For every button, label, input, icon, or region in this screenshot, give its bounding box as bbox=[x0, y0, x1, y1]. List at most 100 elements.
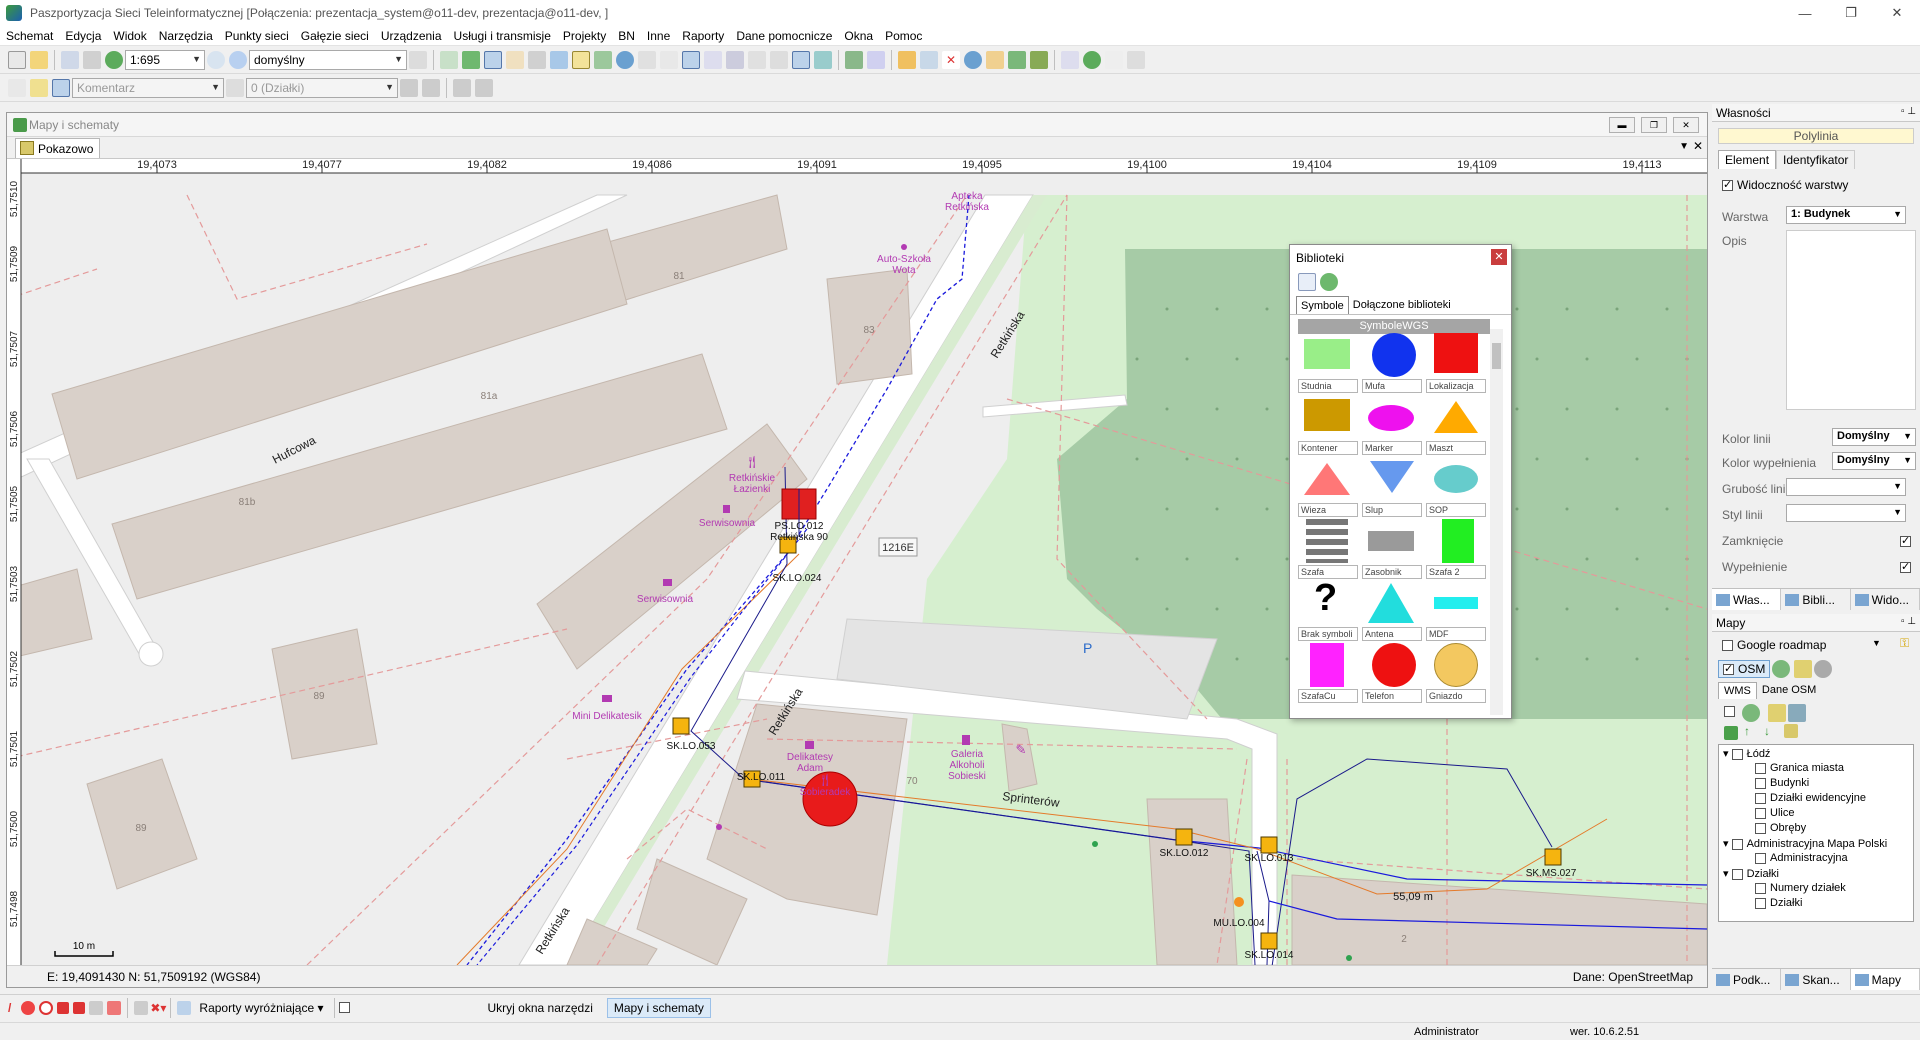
wms-layers-icon[interactable] bbox=[1788, 704, 1806, 722]
menu-edycja[interactable]: Edycja bbox=[59, 29, 107, 43]
table-icon[interactable] bbox=[506, 51, 524, 69]
tab-close-icon[interactable]: ✕ bbox=[1693, 139, 1703, 153]
tree-item-lodz[interactable]: ▾ Łódź bbox=[1723, 747, 1770, 760]
polyline-icon[interactable] bbox=[422, 79, 440, 97]
connect-icon[interactable] bbox=[867, 51, 885, 69]
square2-icon[interactable] bbox=[73, 1001, 86, 1014]
style-combo[interactable]: domyślny ▼ bbox=[249, 50, 407, 70]
tools-icon[interactable] bbox=[1127, 51, 1145, 69]
osm-globe-icon[interactable] bbox=[1772, 660, 1790, 678]
route-icon[interactable] bbox=[770, 51, 788, 69]
window-icon[interactable] bbox=[704, 51, 722, 69]
down-arrow-icon[interactable]: ↓ bbox=[1764, 724, 1770, 738]
google-dropdown-icon[interactable]: ▼ bbox=[1872, 638, 1881, 648]
tree-item-budynki[interactable]: Budynki bbox=[1755, 777, 1809, 789]
hide-tools-button[interactable]: Ukryj okna narzędzi bbox=[482, 999, 599, 1017]
tab-mapy[interactable]: Mapy bbox=[1850, 969, 1920, 990]
expand-icon[interactable] bbox=[814, 51, 832, 69]
layer-props-icon[interactable] bbox=[1784, 724, 1798, 738]
menu-pomoc[interactable]: Pomoc bbox=[879, 29, 928, 43]
node-sk-lo-053[interactable] bbox=[672, 717, 690, 735]
symbol-antena[interactable]: Antena bbox=[1362, 581, 1422, 641]
menu-widok[interactable]: Widok bbox=[107, 29, 152, 43]
symbol-szafacu[interactable]: SzafaCu bbox=[1298, 643, 1358, 703]
symbol-studnia[interactable]: Studnia bbox=[1298, 333, 1358, 393]
symbol-lokalizacja[interactable]: Lokalizacja bbox=[1426, 333, 1486, 393]
osm-pin-icon[interactable] bbox=[1814, 660, 1832, 678]
symbol-mufa[interactable]: Mufa bbox=[1362, 333, 1422, 393]
open-folder-icon[interactable] bbox=[30, 51, 48, 69]
binoculars-icon[interactable] bbox=[528, 51, 546, 69]
node-sk-ms-027[interactable] bbox=[1544, 848, 1562, 866]
map-restore-button[interactable]: ❐ bbox=[1641, 117, 1667, 133]
text-icon[interactable] bbox=[638, 51, 656, 69]
copy-icon[interactable] bbox=[440, 51, 458, 69]
symbol-szafa[interactable]: Szafa bbox=[1298, 519, 1358, 579]
layer-icon[interactable] bbox=[594, 51, 612, 69]
menu-raporty[interactable]: Raporty bbox=[676, 29, 730, 43]
node-sk-lo-014[interactable] bbox=[1260, 932, 1278, 950]
symbol-slup[interactable]: Slup bbox=[1362, 457, 1422, 517]
pin-icon[interactable]: ▫ ⊥ bbox=[1901, 106, 1916, 117]
map-minimize-button[interactable]: ▬ bbox=[1609, 117, 1635, 133]
reports-button[interactable]: Raporty wyróżniające ▾ bbox=[193, 999, 329, 1017]
tab-dane-osm[interactable]: Dane OSM bbox=[1757, 682, 1821, 699]
menu-dane-pomocnicze[interactable]: Dane pomocnicze bbox=[730, 29, 838, 43]
menu-narzedzia[interactable]: Narzędzia bbox=[153, 29, 219, 43]
print-icon[interactable] bbox=[83, 51, 101, 69]
layer-combo[interactable]: 1: Budynek ▼ bbox=[1786, 206, 1906, 224]
export-icon[interactable] bbox=[845, 51, 863, 69]
symbol-zasobnik[interactable]: Zasobnik bbox=[1362, 519, 1422, 579]
tree-item-dzialki-ewid[interactable]: Działki ewidencyjne bbox=[1755, 792, 1866, 804]
tree-item-administracyjna[interactable]: Administracyjna bbox=[1755, 852, 1848, 864]
symbol-gniazdo[interactable]: Gniazdo bbox=[1426, 643, 1486, 703]
comment-combo[interactable]: Komentarz ▼ bbox=[72, 78, 224, 98]
up-arrow-icon[interactable]: ↑ bbox=[1744, 724, 1750, 738]
new-library-icon[interactable] bbox=[1298, 273, 1316, 291]
lock-icon[interactable] bbox=[226, 79, 244, 97]
symbol-wieza[interactable]: Wieza bbox=[1298, 457, 1358, 517]
wms-globe-icon[interactable] bbox=[1742, 704, 1760, 722]
save-icon[interactable] bbox=[61, 51, 79, 69]
route2-icon[interactable] bbox=[107, 1000, 122, 1015]
network-icon[interactable] bbox=[21, 1000, 36, 1015]
menu-punkty-sieci[interactable]: Punkty sieci bbox=[219, 29, 295, 43]
filter-icon[interactable] bbox=[920, 51, 938, 69]
tree-item-amp[interactable]: ▾ Administracyjna Mapa Polski bbox=[1723, 837, 1887, 850]
symbol-mdf[interactable]: MDF bbox=[1426, 581, 1486, 641]
split-icon[interactable] bbox=[726, 51, 744, 69]
tab-element[interactable]: Element bbox=[1718, 150, 1777, 169]
tab-dropdown-icon[interactable]: ▼ bbox=[1679, 141, 1689, 152]
person-icon[interactable] bbox=[1105, 51, 1123, 69]
symbol-brak-symboli[interactable]: ? Brak symboli bbox=[1298, 577, 1358, 641]
menu-schemat[interactable]: Schemat bbox=[0, 29, 59, 43]
grid2-icon[interactable] bbox=[134, 1000, 149, 1015]
draw-line-icon[interactable]: / bbox=[8, 1001, 11, 1015]
tree-item-dzialki[interactable]: ▾ Działki bbox=[1723, 867, 1779, 880]
warning-icon[interactable] bbox=[986, 51, 1004, 69]
link-icon[interactable] bbox=[453, 79, 471, 97]
point-icon[interactable] bbox=[39, 1000, 54, 1015]
tab-symbole[interactable]: Symbole bbox=[1296, 296, 1349, 314]
tab-wms[interactable]: WMS bbox=[1718, 682, 1757, 699]
symbol-scrollbar[interactable] bbox=[1490, 329, 1503, 715]
tab-widoki[interactable]: Wido... bbox=[1851, 589, 1920, 610]
symbol-sop[interactable]: SOP bbox=[1426, 457, 1486, 517]
google-checkbox[interactable] bbox=[1722, 640, 1733, 652]
select-icon[interactable] bbox=[550, 51, 568, 69]
pin-icon[interactable]: ▫ ⊥ bbox=[1901, 616, 1916, 627]
symbol-szafa-2[interactable]: Szafa 2 bbox=[1426, 519, 1486, 579]
node-sk-lo-012[interactable] bbox=[1175, 828, 1193, 846]
tree-item-ulice[interactable]: Ulice bbox=[1755, 807, 1794, 819]
tab-biblioteki[interactable]: Bibli... bbox=[1781, 589, 1851, 610]
tree-item-obreby[interactable]: Obręby bbox=[1755, 822, 1806, 834]
snap-icon[interactable] bbox=[1061, 51, 1079, 69]
wms-checkbox[interactable] bbox=[1724, 706, 1735, 717]
libraries-close-button[interactable]: ✕ bbox=[1491, 249, 1507, 265]
google-row[interactable]: Google roadmap bbox=[1722, 638, 1826, 652]
tab-wlasnosci[interactable]: Włas... bbox=[1712, 589, 1782, 610]
tab-pokazowo[interactable]: Pokazowo bbox=[15, 138, 101, 158]
visibility-checkbox[interactable] bbox=[1722, 178, 1733, 192]
fill-checkbox[interactable] bbox=[1900, 560, 1911, 573]
menu-okna[interactable]: Okna bbox=[838, 29, 879, 43]
